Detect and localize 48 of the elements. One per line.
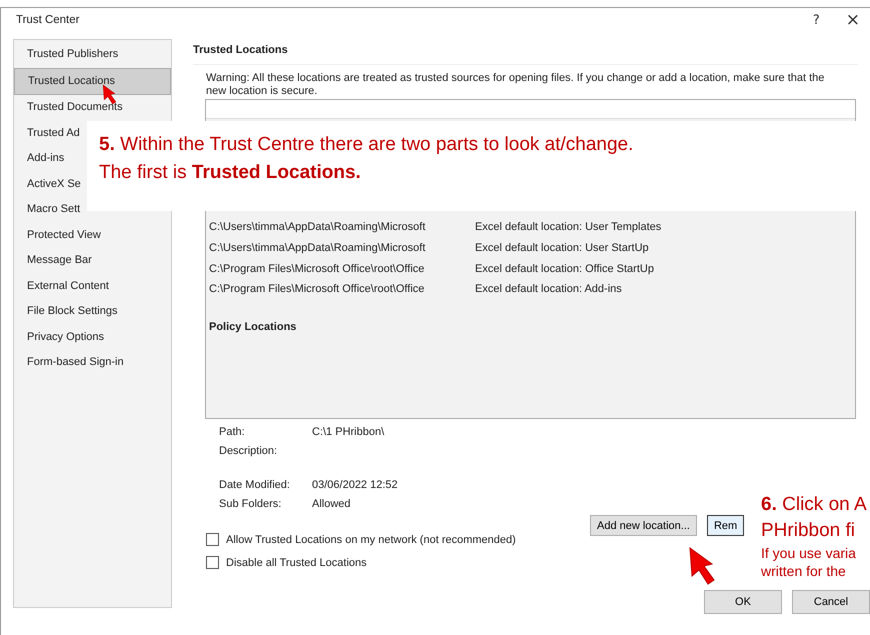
option-label: Allow Trusted Locations on my network (not recommended)	[226, 534, 516, 546]
window-title: Trust Center	[16, 14, 80, 26]
sidebar-item[interactable]: Trusted Ad	[14, 120, 82, 146]
option-label: Disable all Trusted Locations	[226, 556, 367, 568]
sidebar-item[interactable]: Macro Sett	[14, 197, 82, 222]
description-cell: Excel default location: Office StartUp	[475, 262, 654, 275]
sidebar-item[interactable]: Trusted Locations	[14, 68, 171, 95]
help-button[interactable]: ?	[810, 10, 822, 30]
close-button[interactable]: ×	[844, 10, 862, 30]
add-location-button[interactable]: Add new location...	[590, 515, 697, 536]
callout-text: written for the	[761, 562, 847, 580]
sidebar-item[interactable]: External Content	[14, 274, 111, 299]
sidebar-item[interactable]: Message Bar	[14, 248, 94, 274]
description-cell: Excel default location: Add-ins	[475, 283, 622, 296]
callout-text: 6. Click on A	[761, 493, 868, 517]
checkbox[interactable]	[206, 556, 219, 569]
callout-text: PHribbon fi	[761, 519, 856, 543]
detail-label: Path:	[219, 426, 246, 438]
detail-label: Description:	[219, 444, 278, 457]
detail-label: Date Modified:	[219, 479, 291, 492]
sidebar-item[interactable]: File Block Settings	[14, 299, 120, 324]
path-cell-text: C:\Program Files\Microsoft Office\root\Office	[208, 283, 426, 296]
warning-text: Warning: All these locations are treated as trusted sources for opening files. If you change or add a location, make sure that the new location is secure.	[205, 72, 826, 98]
section-title: Trusted Locations	[193, 39, 858, 65]
description-cell: Excel default location: User StartUp	[475, 242, 649, 254]
policy-heading: Policy Locations	[208, 320, 298, 333]
description-cell: Excel default location: User Templates	[475, 221, 662, 234]
path-cell-text: C:\Users\timma\AppData\Roaming\Microsoft	[208, 221, 426, 234]
sidebar-item[interactable]: Add-ins	[14, 146, 66, 172]
remove-button[interactable]: Rem	[706, 515, 744, 536]
callout-text: The first is Trusted Locations.	[99, 161, 362, 185]
sidebar-item[interactable]: ActiveX Se	[14, 172, 83, 197]
cancel-button[interactable]: Cancel	[792, 590, 870, 614]
sidebar-item[interactable]: Privacy Options	[14, 324, 106, 350]
detail-value: Allowed	[312, 498, 351, 510]
sidebar-item[interactable]: Protected View	[14, 222, 103, 248]
detail-label: Sub Folders:	[219, 498, 282, 510]
sidebar-item[interactable]: Trusted Publishers	[14, 42, 120, 68]
callout-text: 5. Within the Trust Centre there are two parts to look at/change.	[99, 133, 634, 157]
checkbox[interactable]	[206, 533, 219, 546]
detail-value: 03/06/2022 12:52	[312, 479, 398, 492]
callout-text: If you use varia	[761, 544, 857, 562]
sidebar-item[interactable]: Trusted Documents	[14, 95, 125, 120]
path-cell-text: C:\Program Files\Microsoft Office\root\Office	[208, 262, 426, 275]
ok-button[interactable]: OK	[704, 590, 782, 614]
detail-value: C:\1 PHribbon\	[312, 426, 384, 438]
path-cell-text: C:\Users\timma\AppData\Roaming\Microsoft	[208, 242, 426, 254]
sidebar-item[interactable]: Form-based Sign-in	[14, 350, 126, 376]
